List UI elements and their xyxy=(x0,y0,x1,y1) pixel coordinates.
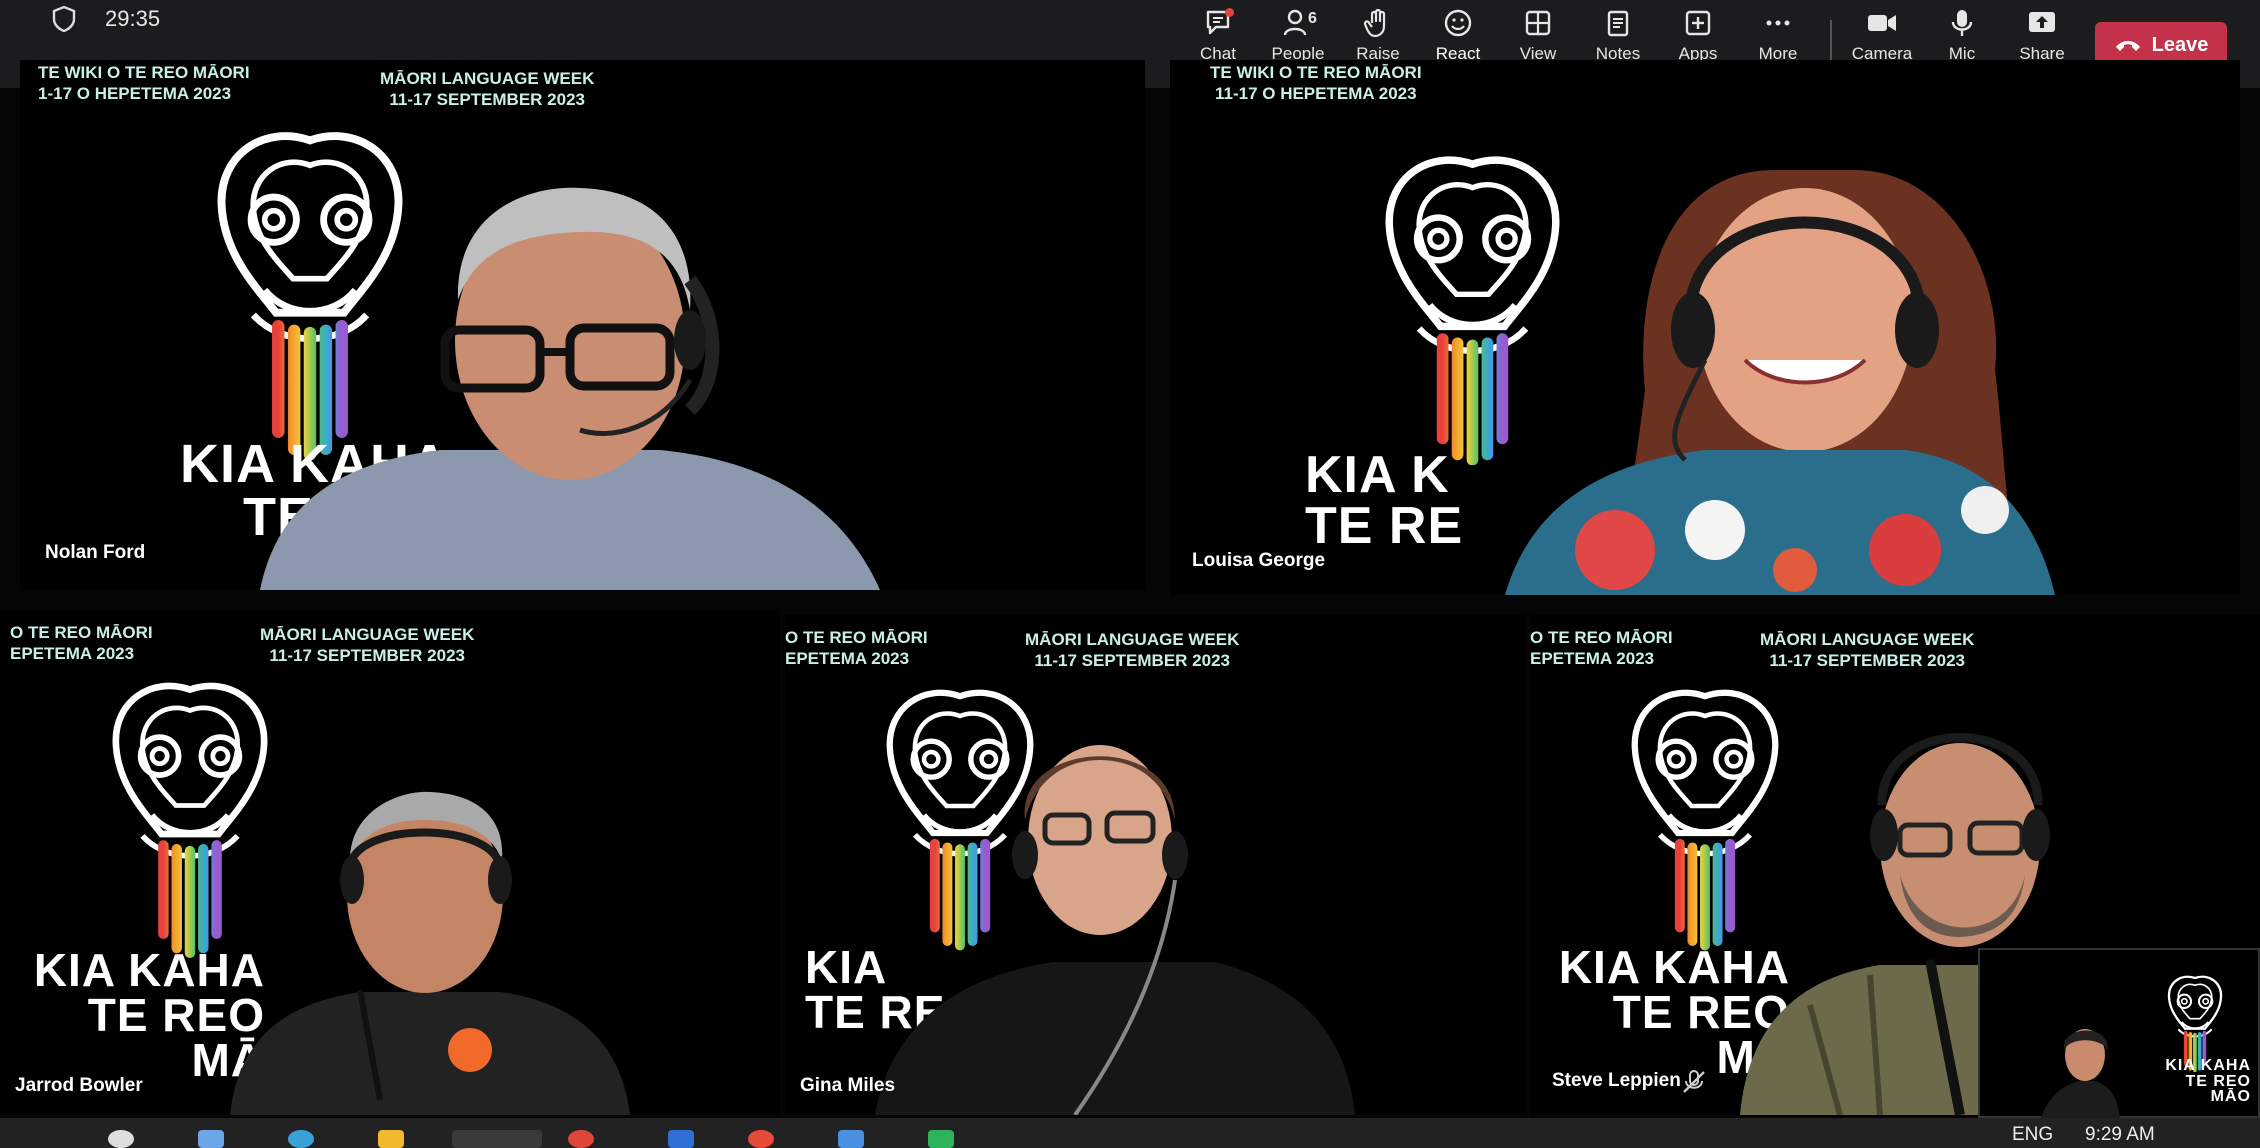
camera-icon xyxy=(1868,15,1896,31)
tile-banner-right: MĀORI LANGUAGE WEEK 11-17 SEPTEMBER 2023 xyxy=(260,625,475,665)
system-clock[interactable]: 9:29 AM xyxy=(2085,1124,2155,1146)
tile-banner-left: TE WIKI O TE REO MĀORI 11-17 O HEPETEMA 2… xyxy=(1210,63,1422,103)
tile-banner-left: O TE REO MĀORI EPETEMA 2023 xyxy=(10,623,153,663)
tile-banner-right: MĀORI LANGUAGE WEEK 11-17 SEPTEMBER 2023 xyxy=(1025,630,1240,670)
participant-video xyxy=(230,791,630,1115)
input-language[interactable]: ENG xyxy=(2012,1124,2053,1146)
tile-banner-left: TE WIKI O TE REO MĀORI 1-17 O HEPETEMA 20… xyxy=(38,63,250,103)
start-icon[interactable] xyxy=(108,1130,134,1148)
app-icon[interactable] xyxy=(748,1130,774,1148)
tile-banner-left: O TE REO MĀORI EPETEMA 2023 xyxy=(785,628,928,668)
mic-muted-icon xyxy=(1683,1070,1705,1093)
grid-view-icon xyxy=(1525,10,1551,36)
video-tile-gina-miles[interactable]: O TE REO MĀORI EPETEMA 2023 MĀORI LANGUAG… xyxy=(785,615,1525,1115)
participant-name: Nolan Ford xyxy=(45,542,146,563)
participant-name: Jarrod Bowler xyxy=(15,1075,143,1096)
microphone-icon xyxy=(1951,10,1973,36)
self-view-tile[interactable]: KIA KAHA TE REO MĀO xyxy=(1978,948,2260,1120)
chat-unread-badge xyxy=(1225,8,1234,17)
outlook-icon[interactable] xyxy=(668,1130,694,1148)
kia-kaha-text: KIA KAHA TE REO MĀO xyxy=(2165,1057,2251,1106)
teams-icon[interactable] xyxy=(452,1130,542,1148)
people-count: 6 xyxy=(1308,10,1317,27)
word-icon[interactable] xyxy=(838,1130,864,1148)
video-tile-jarrod-bowler[interactable]: O TE REO MĀORI EPETEMA 2023 MĀORI LANGUAG… xyxy=(0,610,780,1115)
smiley-icon xyxy=(1444,9,1472,37)
self-video xyxy=(2040,1029,2120,1120)
meeting-timer: 29:35 xyxy=(105,6,161,31)
add-app-icon xyxy=(1685,10,1711,36)
system-taskbar xyxy=(0,1118,2260,1148)
folder-icon[interactable] xyxy=(378,1130,404,1148)
participant-name: Louisa George xyxy=(1192,550,1326,571)
participant-video xyxy=(1505,170,2055,595)
participant-video xyxy=(875,745,1355,1115)
tile-banner-right: MĀORI LANGUAGE WEEK 11-17 SEPTEMBER 2023 xyxy=(1760,630,1975,670)
share-screen-icon xyxy=(2029,12,2055,32)
tile-banner-left: O TE REO MĀORI EPETEMA 2023 xyxy=(1530,628,1673,668)
hang-up-icon xyxy=(2115,41,2140,51)
notes-icon xyxy=(1607,10,1629,37)
tile-banner-right: MĀORI LANGUAGE WEEK 11-17 SEPTEMBER 2023 xyxy=(380,69,595,109)
chrome-icon[interactable] xyxy=(568,1130,594,1148)
shield-icon xyxy=(52,6,76,32)
participant-name: Gina Miles xyxy=(800,1075,896,1096)
participant-video xyxy=(260,187,880,590)
browser-icon[interactable] xyxy=(288,1130,314,1148)
ellipsis-icon xyxy=(1766,20,1790,26)
leave-label: Leave xyxy=(2151,33,2209,56)
hand-icon xyxy=(1363,8,1386,38)
video-tile-louisa-george[interactable]: TE WIKI O TE REO MĀORI 11-17 O HEPETEMA 2… xyxy=(1170,60,2240,595)
excel-icon[interactable] xyxy=(928,1130,954,1148)
participant-name: Steve Leppien xyxy=(1552,1070,1681,1091)
video-tile-nolan-ford[interactable]: TE WIKI O TE REO MĀORI 1-17 O HEPETEMA 20… xyxy=(20,60,1145,590)
file-explorer-icon[interactable] xyxy=(198,1130,224,1148)
